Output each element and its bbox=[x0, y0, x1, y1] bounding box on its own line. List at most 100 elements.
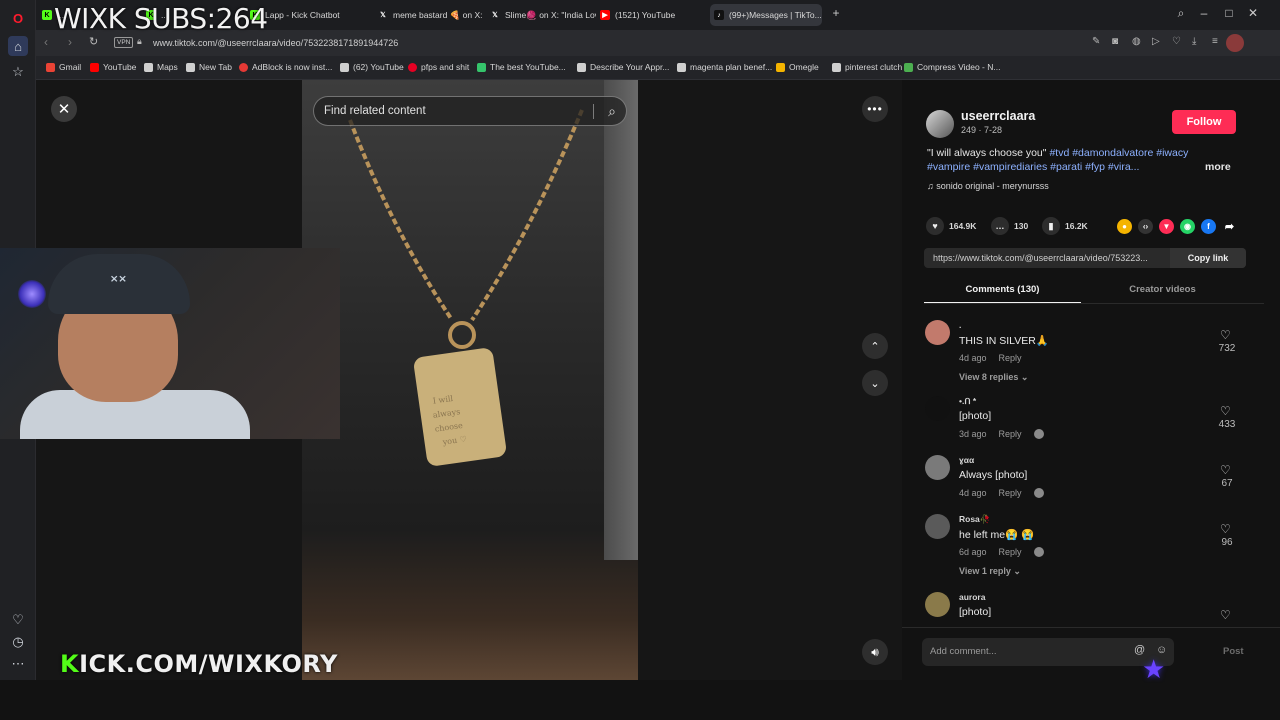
caption-quote: "I will always choose you" bbox=[927, 147, 1047, 159]
close-window-button[interactable]: ✕ bbox=[1243, 6, 1263, 20]
profile-avatar[interactable] bbox=[1226, 34, 1244, 52]
comment-like-count: 433 bbox=[1218, 419, 1236, 430]
close-video-button[interactable]: ✕ bbox=[51, 96, 77, 122]
bookmark-item[interactable]: AdBlock is now inst... bbox=[239, 62, 332, 72]
browser-tab[interactable]: 𝕏 meme bastard 🍕 on X: "I... bbox=[374, 4, 484, 26]
reply-button[interactable]: Reply bbox=[999, 547, 1022, 557]
download-icon[interactable]: ⤓ bbox=[1192, 36, 1196, 47]
comment-like-icon[interactable]: ♡ bbox=[1220, 328, 1231, 342]
save-stat[interactable]: ▮ 16.2K bbox=[1042, 217, 1088, 235]
copy-link-button[interactable]: Copy link bbox=[1170, 248, 1246, 268]
embed-share-icon[interactable]: ‹› bbox=[1138, 219, 1153, 234]
heart-icon[interactable]: ♡ bbox=[1172, 36, 1181, 47]
vpn-badge[interactable]: VPN bbox=[114, 37, 134, 48]
bookmark-item[interactable]: Gmail bbox=[46, 62, 81, 72]
sound-link[interactable]: ♫ sonido original - merynursss bbox=[927, 181, 1049, 191]
share-link-url[interactable]: https://www.tiktok.com/@useerrclaara/vid… bbox=[933, 253, 1169, 263]
like-stat[interactable]: ♥ 164.9K bbox=[926, 217, 976, 235]
commenter-name[interactable]: . bbox=[959, 320, 961, 330]
bookmark-item[interactable]: Describe Your Appr... bbox=[577, 62, 669, 72]
reload-icon[interactable]: ↻ bbox=[89, 35, 98, 48]
comment-like-icon[interactable]: ♡ bbox=[1220, 463, 1231, 477]
send-share-icon[interactable]: ▼ bbox=[1159, 219, 1174, 234]
shield-icon[interactable]: ◍ bbox=[1132, 36, 1141, 47]
browser-tab[interactable]: ▶ (1521) YouTube bbox=[596, 4, 706, 26]
star-icon[interactable]: ☆ bbox=[8, 62, 28, 82]
reply-button[interactable]: Reply bbox=[999, 488, 1022, 498]
reply-button[interactable]: Reply bbox=[999, 353, 1022, 363]
bookmark-item[interactable]: YouTube bbox=[90, 62, 136, 72]
whatsapp-icon[interactable]: ◉ bbox=[1180, 219, 1195, 234]
tab-comments[interactable]: Comments (130) bbox=[924, 284, 1081, 295]
search-input[interactable]: Find related content ⌕ bbox=[313, 96, 627, 126]
volume-button[interactable]: 🔊︎ bbox=[862, 639, 888, 665]
maximize-button[interactable]: □ bbox=[1219, 6, 1239, 20]
commenter-avatar[interactable] bbox=[925, 455, 950, 480]
author-username[interactable]: useerrclaara bbox=[961, 109, 1035, 123]
new-tab-button[interactable]: + bbox=[826, 6, 846, 20]
comment-like-icon[interactable]: ♡ bbox=[1220, 404, 1231, 418]
commenter-avatar[interactable] bbox=[925, 514, 950, 539]
back-icon[interactable]: ‹ bbox=[44, 35, 48, 49]
search-icon[interactable]: ⌕ bbox=[608, 103, 616, 120]
webcam-cap: ⨯⨯ bbox=[48, 254, 190, 314]
caption-more-link[interactable]: more bbox=[1205, 161, 1231, 173]
browser-tab-active[interactable]: ♪ (99+)Messages | TikTo... bbox=[710, 4, 822, 26]
comment-like-icon[interactable]: ♡ bbox=[1220, 522, 1231, 536]
menu-icon[interactable]: ≡ bbox=[1212, 36, 1218, 47]
comment-text: [photo] bbox=[959, 606, 992, 618]
facebook-icon[interactable]: f bbox=[1201, 219, 1216, 234]
commenter-avatar[interactable] bbox=[925, 592, 950, 617]
history-icon[interactable]: ◷ bbox=[8, 632, 28, 652]
comment-like-icon[interactable]: ♡ bbox=[1220, 608, 1231, 622]
bookmark-item[interactable]: The best YouTube... bbox=[477, 62, 566, 72]
follow-button[interactable]: Follow bbox=[1172, 110, 1236, 134]
edit-icon[interactable]: ✎ bbox=[1092, 36, 1100, 47]
next-video-button[interactable]: ⌄ bbox=[862, 370, 888, 396]
search-tabs-icon[interactable]: ⌕ bbox=[1171, 6, 1191, 21]
bookmark-item[interactable]: pfps and shit bbox=[408, 62, 469, 72]
bookmark-item[interactable]: Maps bbox=[144, 62, 178, 72]
camera-icon[interactable]: ◙ bbox=[1112, 36, 1118, 47]
more-options-button[interactable]: ••• bbox=[862, 96, 888, 122]
more-icon[interactable]: ⋯ bbox=[8, 654, 28, 674]
view-replies-button[interactable]: View 8 replies ⌄ bbox=[959, 372, 1028, 383]
share-arrow-icon[interactable]: ➦ bbox=[1222, 219, 1237, 234]
commenter-name[interactable]: aurora bbox=[959, 592, 985, 602]
previous-video-button[interactable]: ⌃ bbox=[862, 333, 888, 359]
commenter-avatar[interactable] bbox=[925, 320, 950, 345]
comment-input[interactable]: Add comment... @ ☺ bbox=[922, 638, 1174, 666]
bookmark-item[interactable]: New Tab bbox=[186, 62, 232, 72]
commenter-name[interactable]: ɣαα bbox=[959, 455, 974, 465]
comment-stat[interactable]: … 130 bbox=[991, 217, 1028, 235]
bookmark-item[interactable]: (62) YouTube bbox=[340, 62, 404, 72]
commenter-name[interactable]: Rosa🥀 bbox=[959, 514, 990, 525]
coin-share-icon[interactable]: ● bbox=[1117, 219, 1132, 234]
heart-icon[interactable]: ♡ bbox=[8, 610, 28, 630]
video-player[interactable]: I will always choose you ♡ bbox=[302, 80, 638, 680]
view-replies-button[interactable]: View 1 reply ⌄ bbox=[959, 566, 1021, 577]
comment-meta: 6d ago Reply bbox=[959, 547, 1044, 557]
opera-logo-icon[interactable]: O bbox=[8, 8, 28, 28]
post-comment-button[interactable]: Post bbox=[1223, 646, 1244, 657]
caption-hashtags[interactable]: #vampire #vampirediaries #parati #fyp #v… bbox=[927, 161, 1139, 173]
tab-creator-videos[interactable]: Creator videos bbox=[1084, 284, 1241, 295]
author-avatar[interactable] bbox=[926, 110, 954, 138]
url-field[interactable]: www.tiktok.com/@useerrclaara/video/75322… bbox=[153, 38, 398, 48]
home-icon[interactable]: ⌂ bbox=[8, 36, 28, 56]
reply-button[interactable]: Reply bbox=[999, 429, 1022, 439]
forward-icon[interactable]: › bbox=[68, 35, 72, 49]
commenter-name[interactable]: •.ᑎ * bbox=[959, 396, 976, 407]
bookmark-item[interactable]: Compress Video - N... bbox=[904, 62, 1000, 72]
search-placeholder: Find related content bbox=[324, 105, 426, 117]
minimize-button[interactable]: – bbox=[1194, 6, 1214, 20]
bookmark-item[interactable]: pinterest clutch bbox=[832, 62, 902, 72]
bookmark-item[interactable]: Omegle bbox=[776, 62, 819, 72]
bookmark-item[interactable]: magenta plan benef... bbox=[677, 62, 772, 72]
browser-tab[interactable]: 𝕏 Slime🧶 on X: "India Love... bbox=[486, 4, 596, 26]
comment-like-count: 67 bbox=[1221, 478, 1233, 489]
lock-icon[interactable]: 🔒︎ bbox=[137, 36, 142, 47]
play-icon[interactable]: ▷ bbox=[1152, 36, 1160, 47]
caption-hashtags[interactable]: #tvd #damondalvatore #iwacy bbox=[1049, 147, 1188, 159]
commenter-avatar[interactable] bbox=[925, 396, 950, 421]
